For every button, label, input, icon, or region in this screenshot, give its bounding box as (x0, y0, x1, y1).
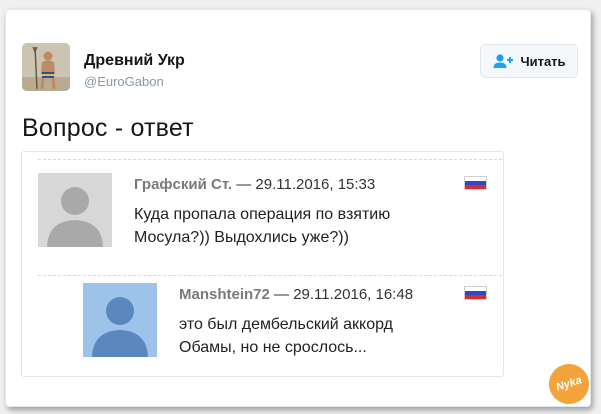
comment-divider (38, 275, 502, 277)
tweet-card: Древний Укр @EuroGabon Читать Вопрос - о… (5, 9, 591, 407)
comment-author[interactable]: Manshtein72 (179, 286, 270, 303)
comment-text: Куда пропала операция по взятию Мосула?)… (134, 203, 390, 249)
user-silhouette-icon (38, 173, 112, 247)
comment-text-line: Куда пропала операция по взятию (134, 206, 391, 223)
comment-avatar-default-blue (83, 283, 157, 357)
comment-text: это был дембельский аккорд Обамы, но не … (179, 313, 393, 359)
warrior-avatar-image (22, 43, 70, 91)
comment-meta: Графский Ст. — 29.11.2016, 15:33 (134, 176, 375, 193)
russia-flag-icon (464, 176, 487, 190)
tweet-text: Вопрос - ответ (22, 114, 194, 142)
follow-button-label: Читать (520, 53, 566, 69)
comment-text-line: это был дембельский аккорд (179, 316, 393, 333)
comment-date: 29.11.2016, 15:33 (255, 176, 376, 193)
comment-divider (38, 159, 502, 161)
comment-avatar-default-gray (38, 173, 112, 247)
comment-meta: Manshtein72 — 29.11.2016, 16:48 (179, 286, 413, 303)
meta-dash: — (274, 286, 290, 303)
watermark-logo: Nyka (543, 358, 590, 406)
author-handle[interactable]: @EuroGabon (84, 74, 164, 89)
comment-author[interactable]: Графский Ст. (134, 176, 232, 193)
comment-text-line: Обамы, но не срослось... (179, 339, 367, 356)
comment-text-line: Мосула?)) Выдохлись уже?)) (134, 229, 349, 246)
follow-button[interactable]: Читать (480, 44, 578, 78)
meta-dash: — (236, 176, 252, 193)
author-name[interactable]: Древний Укр (84, 52, 185, 70)
user-silhouette-icon (83, 283, 157, 357)
author-avatar[interactable] (22, 43, 70, 91)
comment-date: 29.11.2016, 16:48 (293, 286, 414, 303)
russia-flag-icon (464, 286, 487, 300)
add-user-icon (492, 53, 514, 69)
tweet-media-screenshot[interactable]: Графский Ст. — 29.11.2016, 15:33 Куда пр… (21, 151, 504, 377)
